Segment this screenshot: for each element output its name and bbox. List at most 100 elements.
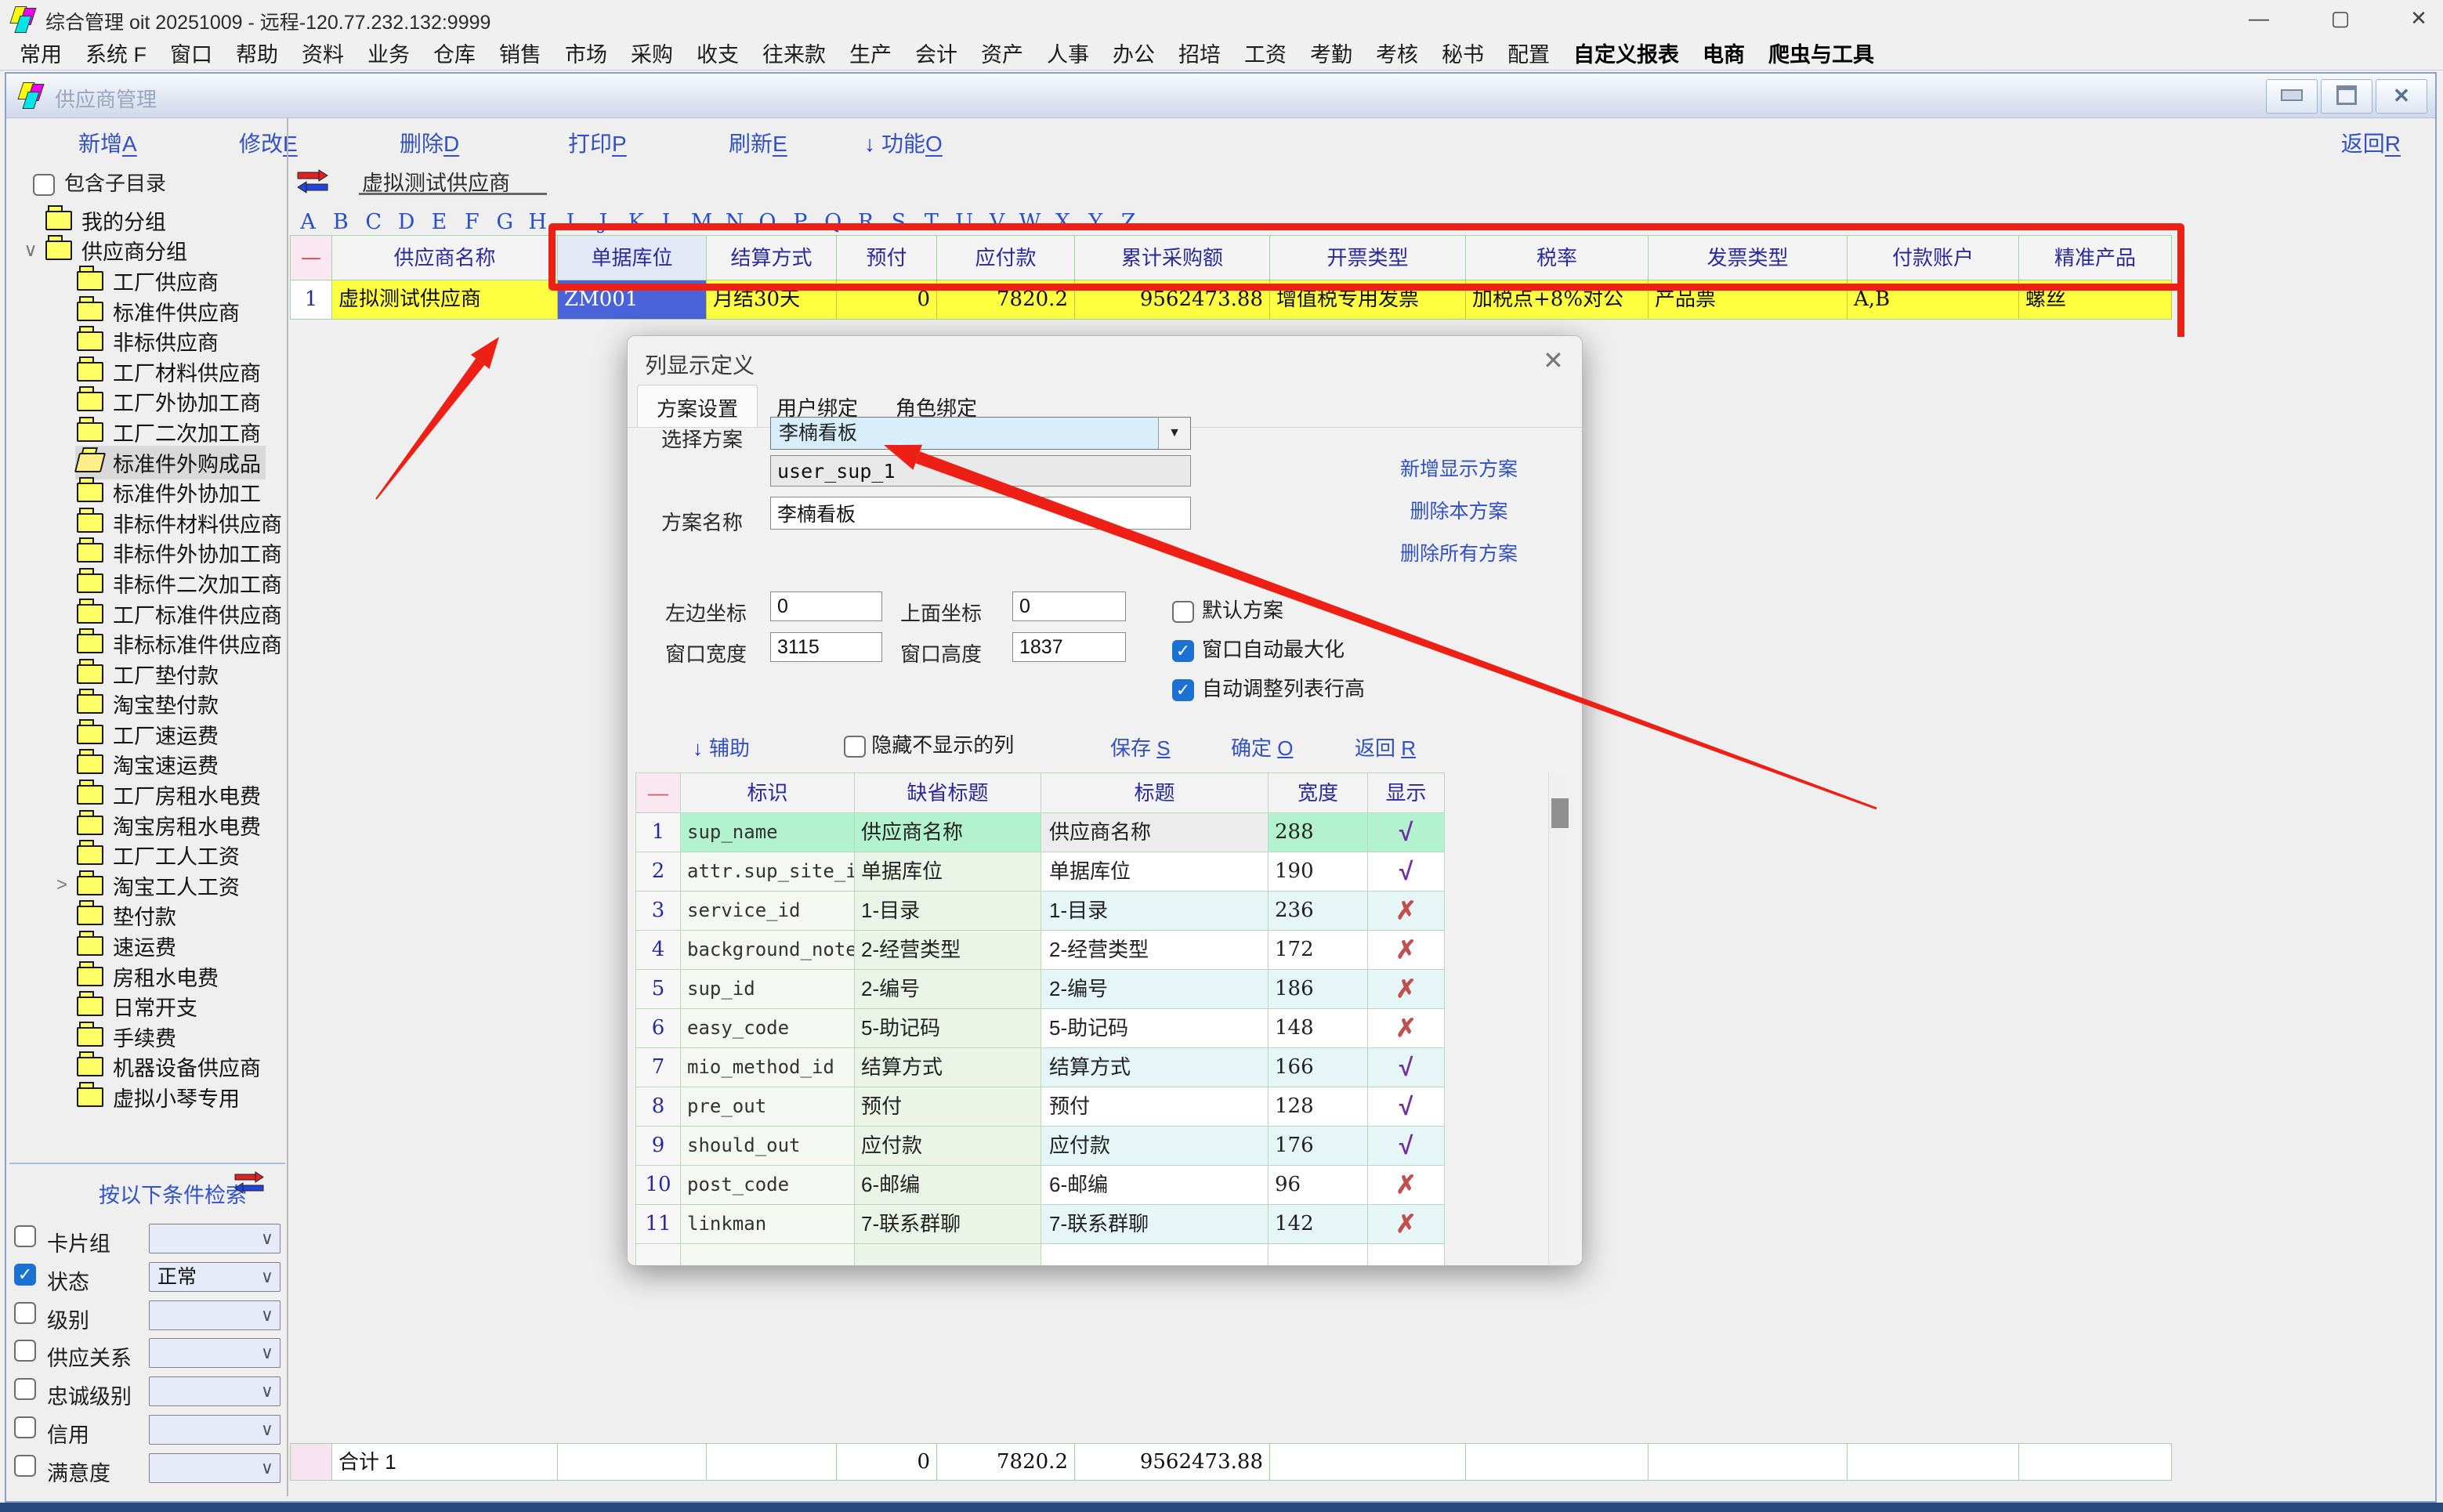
grid-title[interactable]: 6-邮编 [1041,1166,1269,1205]
left-coord-field[interactable] [770,591,882,621]
include-subdirs-option[interactable]: 包含子目录 [33,168,166,197]
hide-columns-checkbox[interactable] [844,736,866,758]
maximize-icon[interactable]: ▢ [2313,5,2368,31]
tree-item[interactable]: 标准件外协加工 [14,477,285,508]
tree-item[interactable]: ∨供应商分组 [14,236,285,266]
tab-swap-icon[interactable] [296,168,329,194]
letter-index[interactable]: C [357,210,390,234]
grid-show-flag[interactable]: ✗ [1368,892,1445,931]
tree-item[interactable]: 工厂材料供应商 [14,356,285,387]
grid-default-title[interactable]: 2-经营类型 [855,931,1041,970]
condition-select[interactable]: ∨ [149,1453,280,1483]
grid-title[interactable]: 预付 [1041,1087,1269,1127]
chevron-down-icon[interactable]: ∨ [17,239,44,262]
menu-item[interactable]: 销售 [487,38,553,68]
grid-default-title[interactable]: 7-联系群聊 [855,1205,1041,1244]
minimize-icon[interactable]: — [2231,5,2286,31]
condition-checkbox[interactable]: ✓ [14,1264,36,1286]
option-checkbox[interactable] [1172,601,1194,623]
row-selector-header[interactable]: — [290,235,332,280]
return-button[interactable]: 返回 R [1355,732,1416,761]
grid-field-id[interactable]: post_code [681,1166,855,1205]
condition-select[interactable]: ∨ [149,1338,280,1368]
menu-item[interactable]: 办公 [1101,38,1167,68]
grid-width[interactable]: 186 [1269,970,1368,1009]
grid-show-flag[interactable]: √ [1368,1048,1445,1087]
grid-row[interactable]: 5sup_id2-编号2-编号186✗ [635,970,1446,1009]
grid-field-id[interactable]: mio_method_id [681,1048,855,1087]
grid-row[interactable]: 4background_notes2-经营类型2-经营类型172✗ [635,931,1446,970]
grid-column-header[interactable]: 标题 [1041,772,1269,813]
panel-splitter[interactable] [287,118,288,1496]
grid-title[interactable]: 5-助记码 [1041,1009,1269,1048]
tree-item[interactable]: 非标件二次加工商 [14,568,285,599]
plan-code-field[interactable] [770,455,1191,487]
tree-item[interactable]: 非标供应商 [14,326,285,356]
dialog-tab[interactable]: 方案设置 [637,385,758,427]
helper-button[interactable]: ↓辅助 [693,732,750,761]
grid-default-title[interactable]: 单据库位 [855,852,1041,892]
grid-row[interactable]: 8pre_out预付预付128√ [635,1087,1446,1127]
grid-show-flag[interactable]: ✗ [1368,1205,1445,1244]
menu-item[interactable]: 资料 [290,38,356,68]
grid-width[interactable]: 166 [1269,1048,1368,1087]
menu-item[interactable]: 资产 [969,38,1035,68]
menu-item[interactable]: 生产 [838,38,903,68]
grid-field-id[interactable]: background_notes [681,931,855,970]
tree-item[interactable]: 日常开支 [14,991,285,1022]
grid-field-id[interactable]: sup_id [681,970,855,1009]
tree-item[interactable]: 非标标准件供应商 [14,628,285,659]
child-minimize-icon[interactable] [2266,79,2318,114]
menu-item[interactable]: 帮助 [224,38,290,68]
grid-field-id[interactable]: attr.sup_site_id [681,852,855,892]
condition-checkbox[interactable] [14,1378,36,1400]
hide-columns-option[interactable]: 隐藏不显示的列 [844,729,1014,758]
grid-default-title[interactable]: 1-目录 [855,892,1041,931]
menu-item[interactable]: 往来款 [751,38,838,68]
grid-default-title[interactable]: 供应商名称 [855,813,1041,852]
confirm-button[interactable]: 确定 O [1231,732,1293,761]
menu-item[interactable]: 业务 [356,38,422,68]
grid-row[interactable]: 3service_id1-目录1-目录236✗ [635,892,1446,931]
menu-item[interactable]: 常用 [8,38,74,68]
grid-title[interactable]: 2-经营类型 [1041,931,1269,970]
grid-row[interactable]: 1sup_name供应商名称供应商名称288√ [635,813,1446,852]
grid-show-flag[interactable] [1368,1244,1445,1266]
grid-default-title[interactable]: 结算方式 [855,1048,1041,1087]
tree-item[interactable]: 工厂标准件供应商 [14,599,285,629]
condition-checkbox[interactable] [14,1225,36,1247]
condition-select[interactable]: ∨ [149,1300,280,1330]
tree-item[interactable]: 非标件外协加工商 [14,538,285,569]
grid-title[interactable]: 2-编号 [1041,970,1269,1009]
grid-field-id[interactable]: should_out [681,1127,855,1166]
tree-item[interactable]: 我的分组 [14,205,285,236]
tree-item[interactable]: 工厂外协加工商 [14,387,285,418]
delete-plan-link[interactable]: 删除本方案 [1372,496,1546,524]
grid-field-id[interactable]: easy_code [681,1009,855,1048]
option-checkbox[interactable]: ✓ [1172,679,1194,701]
grid-row[interactable] [635,1244,1446,1266]
cell[interactable]: 虚拟测试供应商 [332,280,558,320]
condition-select[interactable]: ∨ [149,1376,280,1406]
grid-width[interactable]: 96 [1269,1166,1368,1205]
tree-item[interactable]: 工厂供应商 [14,266,285,296]
grid-show-flag[interactable]: √ [1368,1127,1445,1166]
option-checkbox[interactable]: ✓ [1172,640,1194,662]
grid-width[interactable]: 148 [1269,1009,1368,1048]
grid-column-header[interactable]: 标识 [681,772,855,813]
tree-item[interactable]: 淘宝垫付款 [14,689,285,720]
grid-field-id[interactable] [681,1244,855,1266]
menu-item[interactable]: 工资 [1232,38,1298,68]
tree-item[interactable]: 淘宝速运费 [14,750,285,780]
chevron-right-icon[interactable]: > [49,874,75,896]
grid-width[interactable]: 172 [1269,931,1368,970]
top-coord-field[interactable] [1012,591,1126,621]
tree-item[interactable]: 工厂工人工资 [14,840,285,870]
back-button[interactable]: 返回R [2341,127,2401,158]
tree-item[interactable]: 手续费 [14,1022,285,1052]
grid-field-id[interactable]: service_id [681,892,855,931]
grid-field-id[interactable]: sup_name [681,813,855,852]
grid-width[interactable]: 190 [1269,852,1368,892]
condition-select[interactable]: 正常∨ [149,1262,280,1292]
tree-item[interactable]: 房租水电费 [14,961,285,992]
